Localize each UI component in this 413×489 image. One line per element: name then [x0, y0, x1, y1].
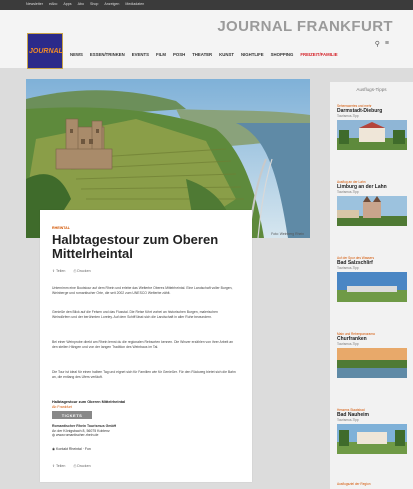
nav-kunst[interactable]: KUNST: [219, 52, 234, 57]
nav-essen-trinken[interactable]: ESSEN/TRINKEN: [90, 52, 125, 57]
tickets-button[interactable]: TICKETS: [52, 411, 92, 419]
share-label: Teilen: [55, 269, 66, 273]
header-icons: ⚲ ≡: [375, 40, 389, 48]
top-link-anzeigen[interactable]: Anzeigen: [104, 2, 119, 6]
article-paragraph-1: Unternimm eine Bootstour auf dem Rhein u…: [52, 286, 233, 295]
tip-image: [337, 424, 407, 454]
info-date: Ab Frankfurt: [52, 405, 72, 409]
top-bar: Newsletter eAbo Apps Abo Shop Anzeigen M…: [0, 0, 413, 10]
tip-card[interactable]: Ausflug an der Lahn Limburg an der Lahn …: [337, 180, 407, 226]
nav-freizeit-familie[interactable]: FREIZEIT/FAMILIE: [300, 52, 337, 57]
top-link-shop[interactable]: Shop: [90, 2, 98, 6]
nav-shopping[interactable]: SHOPPING: [271, 52, 294, 57]
address-block: Romantischer Rhein Tourismus GmbH An der…: [52, 424, 237, 438]
print-button[interactable]: ⎙ Drucken: [73, 269, 90, 273]
tip-card[interactable]: Auf der Spur des Wassers Bad Salzschlirf…: [337, 256, 407, 302]
share-button[interactable]: ⇪ Teilen: [52, 269, 65, 273]
tip-image: [337, 196, 407, 226]
menu-icon[interactable]: ≡: [385, 40, 389, 48]
tip-image: [337, 272, 407, 302]
tip-card[interactable]: Main und Rebenpanorama Churfranken Touri…: [337, 332, 407, 378]
tip-sub: Tourismus-Tipp: [337, 418, 359, 422]
article-actions-top: ⇪ Teilen ⎙ Drucken: [52, 269, 91, 273]
top-link-abo[interactable]: Abo: [78, 2, 84, 6]
tip-card[interactable]: Hessens Staatsbad Bad Nauheim Tourismus-…: [337, 408, 407, 454]
sidebar-tips: Ausflugs-Tipps Sehenswertes und mehr Dar…: [330, 82, 413, 489]
address-website[interactable]: ◍ www.romantischer-rhein.de: [52, 433, 237, 438]
tip-image: [337, 120, 407, 150]
site-brand[interactable]: JOURNAL FRANKFURT: [217, 18, 393, 35]
nav-film[interactable]: FILM: [156, 52, 166, 57]
top-links: Newsletter eAbo Apps Abo Shop Anzeigen M…: [26, 2, 144, 6]
nav-theater[interactable]: THEATER: [192, 52, 212, 57]
search-icon[interactable]: ⚲: [375, 40, 380, 48]
info-title: Halbtagestour zum Oberen Mittelrheintal: [52, 400, 126, 404]
article-title: Halbtagestour zum Oberen Mittelrheintal: [52, 232, 219, 261]
tip-sub: Tourismus-Tipp: [337, 342, 359, 346]
article-paragraph-2: Genieße den Blick auf die Felsen und das…: [52, 310, 218, 319]
tip-sub: Tourismus-Tipp: [337, 114, 359, 118]
contact-row: ◉ Kontakt Rheintal · Fon: [52, 447, 237, 452]
nav-nightlife[interactable]: NIGHTLIFE: [241, 52, 264, 57]
hero-credit: Foto: Weinberg Rhein: [271, 232, 304, 236]
top-link-eabo[interactable]: eAbo: [49, 2, 57, 6]
website-link[interactable]: www.romantischer-rhein.de: [56, 433, 98, 437]
article-paragraph-3: Bei einer Weinprobe direkt am Rhein lern…: [52, 340, 234, 349]
print-label: Drucken: [77, 269, 91, 273]
logo-text: JOURNAL: [29, 47, 63, 55]
top-link-apps[interactable]: Apps: [63, 2, 71, 6]
share-icon: ⇪: [52, 464, 56, 468]
phone-icon: ◉: [52, 447, 56, 451]
tip-category: Ausflugsziel der Region: [337, 482, 371, 486]
article-card: RHEINTAL Halbtagestour zum Oberen Mittel…: [40, 210, 252, 482]
tip-sub: Tourismus-Tipp: [337, 266, 359, 270]
nav-news[interactable]: NEWS: [70, 52, 83, 57]
site-logo[interactable]: JOURNAL: [27, 33, 63, 69]
top-link-mediadaten[interactable]: Mediadaten: [125, 2, 144, 6]
article-paragraph-4: Die Tour ist ideal für einen halben Tag …: [52, 370, 236, 379]
tip-image: [337, 348, 407, 378]
article-category[interactable]: RHEINTAL: [52, 226, 70, 230]
tip-card[interactable]: Ausflugsziel der Region: [337, 482, 407, 486]
nav-posh[interactable]: POSH: [173, 52, 185, 57]
share-button-bottom[interactable]: ⇪ Teilen: [52, 464, 65, 468]
top-link-newsletter[interactable]: Newsletter: [26, 2, 43, 6]
main-nav: NEWS ESSEN/TRINKEN EVENTS FILM POSH THEA…: [70, 52, 338, 57]
sidebar-title: Ausflugs-Tipps: [356, 87, 387, 92]
print-button-bottom[interactable]: ⎙ Drucken: [73, 464, 90, 468]
share-label-bottom: Teilen: [55, 464, 66, 468]
print-icon: ⎙: [73, 269, 77, 273]
site-header: JOURNAL FRANKFURT JOURNAL ⚲ ≡ NEWS ESSEN…: [0, 10, 413, 69]
nav-events[interactable]: EVENTS: [132, 52, 149, 57]
article-actions-bottom: ⇪ Teilen ⎙ Drucken: [52, 464, 91, 468]
print-icon: ⎙: [73, 464, 77, 468]
print-label-bottom: Drucken: [77, 464, 91, 468]
globe-icon: ◍: [52, 433, 56, 438]
tip-card[interactable]: Sehenswertes und mehr Darmstadt-Dieburg …: [337, 104, 407, 150]
contact-text: Kontakt Rheintal · Fon: [56, 447, 91, 451]
tip-sub: Tourismus-Tipp: [337, 190, 359, 194]
share-icon: ⇪: [52, 269, 56, 273]
